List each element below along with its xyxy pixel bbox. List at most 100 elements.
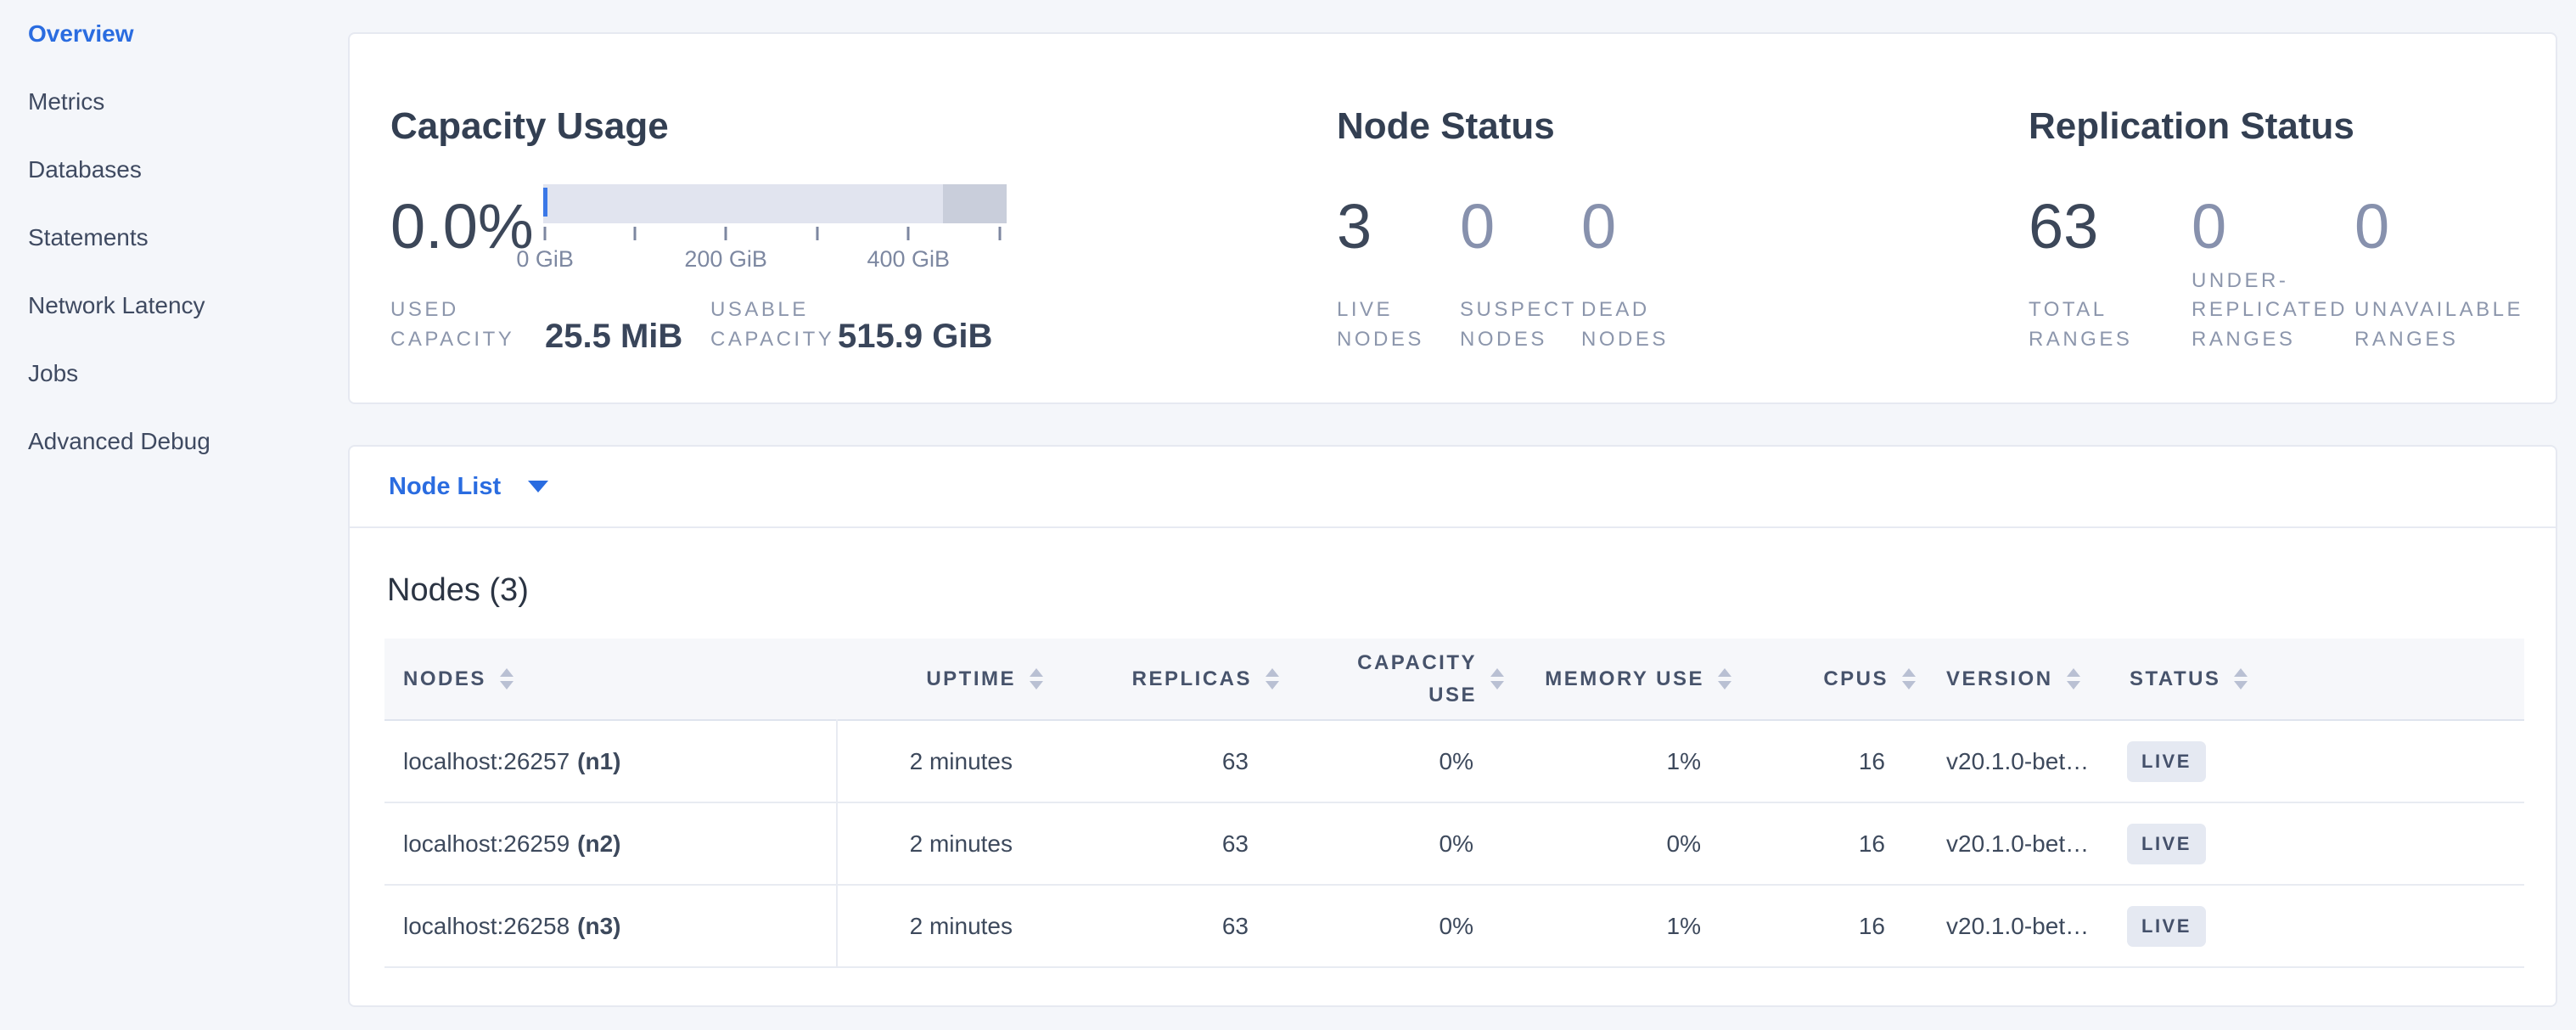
unavailable-ranges-label-line2: RANGES — [2354, 328, 2458, 351]
total-ranges-label-line2: RANGES — [2029, 328, 2132, 351]
unavailable-ranges-label-line1: UNAVAILABLE — [2354, 298, 2523, 321]
column-header-capacity-use[interactable]: CAPACITY USE — [1279, 639, 1504, 720]
suspect-nodes-label: SUSPECT NODES — [1460, 295, 1577, 355]
axis-label-0gib: 0 GiB — [516, 246, 574, 273]
axis-tick — [544, 227, 547, 240]
under-replicated-ranges-label: UNDER- REPLICATED RANGES — [2192, 267, 2348, 355]
column-label-replicas: REPLICAS — [1132, 667, 1252, 691]
table-row-node-2[interactable]: localhost:26259(n2) 2 minutes 63 0% 0% 1… — [384, 802, 2524, 885]
used-capacity-value: 25.5 MiB — [545, 318, 682, 355]
column-header-memory-use[interactable]: MEMORY USE — [1504, 639, 1731, 720]
sidebar-item-statements[interactable]: Statements — [28, 204, 210, 272]
column-header-version[interactable]: VERSION — [1916, 639, 2099, 720]
axis-tick — [633, 227, 636, 240]
column-header-uptime[interactable]: UPTIME — [837, 639, 1043, 720]
status-cell: LIVE — [2099, 720, 2524, 802]
node-address-cell[interactable]: localhost:26258(n3) — [384, 885, 837, 967]
column-label-status: STATUS — [2130, 667, 2220, 691]
node-id: (n2) — [577, 830, 620, 857]
axis-tick — [816, 227, 818, 240]
node-id: (n3) — [577, 913, 620, 939]
uptime-cell: 2 minutes — [837, 802, 1043, 885]
node-address: localhost:26257 — [403, 748, 570, 774]
table-row-node-3[interactable]: localhost:26258(n3) 2 minutes 63 0% 1% 1… — [384, 885, 2524, 967]
axis-tick — [999, 227, 1002, 240]
sidebar-item-network-latency[interactable]: Network Latency — [28, 272, 210, 340]
column-header-status[interactable]: STATUS — [2099, 639, 2524, 720]
under-replicated-label-line1: UNDER- — [2192, 269, 2288, 292]
used-capacity-label-line1: USED — [390, 298, 459, 321]
column-header-cpus[interactable]: CPUS — [1731, 639, 1916, 720]
dead-nodes-label-line2: NODES — [1581, 328, 1669, 351]
status-badge: LIVE — [2127, 741, 2206, 782]
column-label-cpus: CPUS — [1823, 667, 1889, 691]
live-nodes-count: 3 — [1337, 195, 1372, 258]
under-replicated-label-line2: REPLICATED — [2192, 298, 2348, 321]
version-cell: v20.1.0-bet… — [1916, 720, 2099, 802]
axis-label-400gib: 400 GiB — [867, 246, 950, 273]
sort-icon — [1902, 668, 1916, 689]
axis-label-200gib: 200 GiB — [684, 246, 767, 273]
sort-icon — [1490, 668, 1504, 689]
node-address-cell[interactable]: localhost:26257 (n1) — [384, 720, 837, 802]
chevron-down-icon — [528, 481, 548, 492]
used-capacity-label-line2: CAPACITY — [390, 328, 514, 351]
capacity-use-cell: 0% — [1279, 720, 1504, 802]
memory-use-cell: 0% — [1504, 802, 1731, 885]
node-list-dropdown[interactable]: Node List — [350, 447, 2556, 528]
node-id: (n1) — [577, 748, 620, 774]
usable-capacity-label-line1: USABLE — [710, 298, 809, 321]
sidebar-item-overview[interactable]: Overview — [28, 0, 210, 68]
capacity-axis-ticks — [543, 227, 1007, 241]
column-label-uptime: UPTIME — [926, 667, 1016, 691]
sort-icon — [1266, 668, 1279, 689]
usable-capacity-label: USABLE CAPACITY — [710, 295, 834, 355]
sort-icon — [500, 668, 514, 689]
version-cell: v20.1.0-bet… — [1916, 802, 2099, 885]
column-label-nodes: NODES — [403, 667, 486, 691]
sort-icon — [2067, 668, 2080, 689]
cluster-summary-panel: Capacity Usage 0.0% 0 GiB 200 GiB 400 Gi… — [348, 32, 2557, 404]
node-address: localhost:26259 — [403, 830, 570, 857]
column-header-nodes[interactable]: NODES — [384, 639, 837, 720]
sidebar: Overview Metrics Databases Statements Ne… — [0, 0, 348, 1030]
dead-nodes-label-line1: DEAD — [1581, 298, 1650, 321]
column-label-capacity-use: CAPACITY USE — [1324, 647, 1477, 710]
uptime-cell: 2 minutes — [837, 720, 1043, 802]
capacity-use-cell: 0% — [1279, 885, 1504, 967]
column-header-replicas[interactable]: REPLICAS — [1043, 639, 1279, 720]
capacity-usage-bar: 0 GiB 200 GiB 400 GiB — [543, 184, 1007, 273]
status-badge: LIVE — [2127, 824, 2206, 864]
replicas-cell: 63 — [1043, 885, 1279, 967]
suspect-nodes-label-line1: SUSPECT — [1460, 298, 1577, 321]
axis-tick — [907, 227, 910, 240]
node-list-dropdown-label: Node List — [389, 473, 501, 501]
suspect-nodes-count: 0 — [1460, 195, 1495, 258]
status-badge: LIVE — [2127, 906, 2206, 947]
sort-icon — [1030, 668, 1043, 689]
sidebar-item-jobs[interactable]: Jobs — [28, 340, 210, 408]
node-list-panel: Node List Nodes (3) NODES UPTIME — [348, 445, 2557, 1007]
node-address-cell[interactable]: localhost:26259 (n2) — [384, 802, 837, 885]
unavailable-ranges-count: 0 — [2354, 195, 2389, 258]
used-capacity-label: USED CAPACITY — [390, 295, 514, 355]
overview-page: Overview Metrics Databases Statements Ne… — [0, 0, 2576, 1030]
capacity-bar-track — [543, 184, 1007, 223]
table-header-row: NODES UPTIME REPLICAS — [384, 639, 2524, 720]
cpus-cell: 16 — [1731, 885, 1916, 967]
table-row-node-1[interactable]: localhost:26257(n1) 2 minutes 63 0% 1% 1… — [384, 720, 2524, 802]
capacity-use-cell: 0% — [1279, 802, 1504, 885]
cpus-cell: 16 — [1731, 720, 1916, 802]
sidebar-item-advanced-debug[interactable]: Advanced Debug — [28, 408, 210, 476]
capacity-bar-used-marker — [543, 188, 547, 217]
node-status-title: Node Status — [1337, 105, 1555, 148]
usable-capacity-value: 515.9 GiB — [838, 318, 992, 355]
cpus-cell: 16 — [1731, 802, 1916, 885]
column-label-memory-use: MEMORY USE — [1545, 667, 1704, 691]
dead-nodes-label: DEAD NODES — [1581, 295, 1669, 355]
usable-capacity-label-line2: CAPACITY — [710, 328, 834, 351]
sidebar-item-metrics[interactable]: Metrics — [28, 68, 210, 136]
live-nodes-label: LIVE NODES — [1337, 295, 1424, 355]
sidebar-item-databases[interactable]: Databases — [28, 136, 210, 204]
capacity-used-percent: 0.0% — [390, 195, 534, 258]
